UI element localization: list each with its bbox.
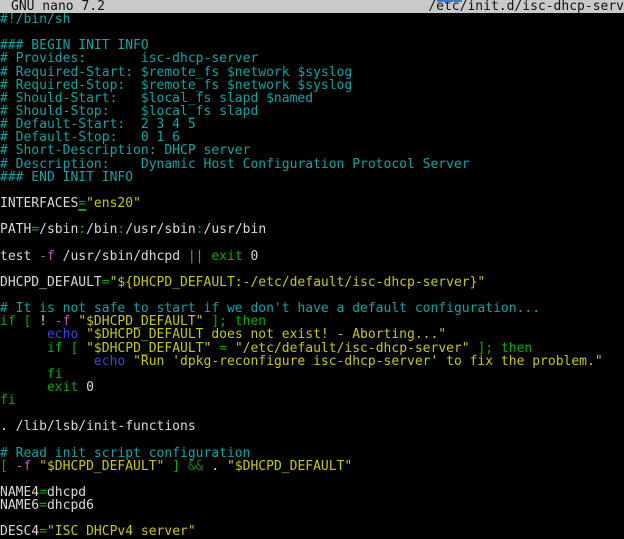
code-line[interactable]: . /lib/lsb/init-functions: [0, 420, 624, 433]
code-segment: [8, 459, 16, 474]
code-line[interactable]: INTERFACES="ens20": [0, 197, 624, 210]
code-segment: [31, 459, 39, 474]
code-segment: test: [0, 249, 39, 264]
code-line[interactable]: [0, 473, 624, 486]
code-segment: .: [204, 459, 227, 474]
code-segment: dhcpd6: [47, 498, 94, 513]
code-segment: 0: [78, 380, 94, 395]
code-segment: :: [196, 222, 204, 237]
code-segment: exit: [47, 380, 78, 395]
code-segment: =: [39, 498, 47, 513]
code-segment: &&: [188, 459, 204, 474]
code-segment: NAME6: [0, 498, 39, 513]
code-segment: -f: [16, 459, 32, 474]
code-line[interactable]: #!/bin/sh: [0, 13, 624, 26]
code-segment: =: [102, 275, 110, 290]
terminal-window: GNU nano 7.2 /etc/init.d/isc-dhcp-serv #…: [0, 0, 624, 539]
code-segment: ]: [172, 459, 180, 474]
code-segment: "ISC DHCPv4 server": [47, 524, 196, 539]
code-segment: [: [0, 459, 8, 474]
code-segment: /bin: [86, 222, 117, 237]
code-segment: 0: [243, 249, 259, 264]
code-line[interactable]: DESC4="ISC DHCPv4 server": [0, 525, 624, 538]
code-segment: [180, 459, 188, 474]
code-segment: INTERFACES: [0, 196, 78, 211]
code-segment: "$DHCPD_DEFAULT": [227, 459, 352, 474]
code-segment: /sbin: [39, 222, 78, 237]
code-segment: . /lib/lsb/init-functions: [0, 419, 196, 434]
code-segment: /usr/bin: [204, 222, 267, 237]
code-segment: DHCPD_DEFAULT: [0, 275, 102, 290]
code-segment: "Run 'dpkg-reconfigure isc-dhcp-server' …: [133, 354, 603, 369]
code-segment: #!/bin/sh: [0, 13, 70, 27]
code-segment: =: [39, 524, 47, 539]
code-segment: "$DHCPD_DEFAULT": [39, 459, 164, 474]
code-line[interactable]: DHCPD_DEFAULT="${DHCPD_DEFAULT:-/etc/def…: [0, 276, 624, 289]
code-line[interactable]: [ -f "$DHCPD_DEFAULT" ] && . "$DHCPD_DEF…: [0, 460, 624, 473]
code-segment: PATH: [0, 222, 31, 237]
nano-app-version: GNU nano 7.2: [11, 0, 105, 13]
code-segment: -f: [39, 249, 55, 264]
cursor-position: =: [78, 196, 86, 211]
code-segment: echo: [94, 354, 125, 369]
code-segment: "ens20": [86, 196, 141, 211]
code-line[interactable]: ### END INIT INFO: [0, 171, 624, 184]
code-line[interactable]: exit 0: [0, 381, 624, 394]
code-segment: "${DHCPD_DEFAULT:-/etc/default/isc-dhcp-…: [110, 275, 486, 290]
code-segment: /usr/sbin/dhcpd: [55, 249, 188, 264]
code-segment: ||: [188, 249, 204, 264]
code-segment: /usr/sbin: [125, 222, 195, 237]
code-segment: ### END INIT INFO: [0, 170, 133, 185]
code-line[interactable]: fi: [0, 394, 624, 407]
code-line[interactable]: test -f /usr/sbin/dhcpd || exit 0: [0, 250, 624, 263]
code-line[interactable]: PATH=/sbin:/bin:/usr/sbin:/usr/bin: [0, 223, 624, 236]
code-segment: exit: [211, 249, 242, 264]
code-segment: =: [31, 222, 39, 237]
editor-lines[interactable]: #!/bin/sh### BEGIN INIT INFO# Provides: …: [0, 13, 624, 539]
code-segment: DESC4: [0, 524, 39, 539]
code-segment: :: [78, 222, 86, 237]
top-blue-strip: [437, 0, 462, 2]
code-line[interactable]: echo "Run 'dpkg-reconfigure isc-dhcp-ser…: [0, 355, 624, 368]
code-line[interactable]: NAME6=dhcpd6: [0, 499, 624, 512]
code-segment: [125, 354, 133, 369]
nano-titlebar: GNU nano 7.2 /etc/init.d/isc-dhcp-serv: [0, 0, 624, 13]
code-segment: fi: [0, 393, 16, 408]
